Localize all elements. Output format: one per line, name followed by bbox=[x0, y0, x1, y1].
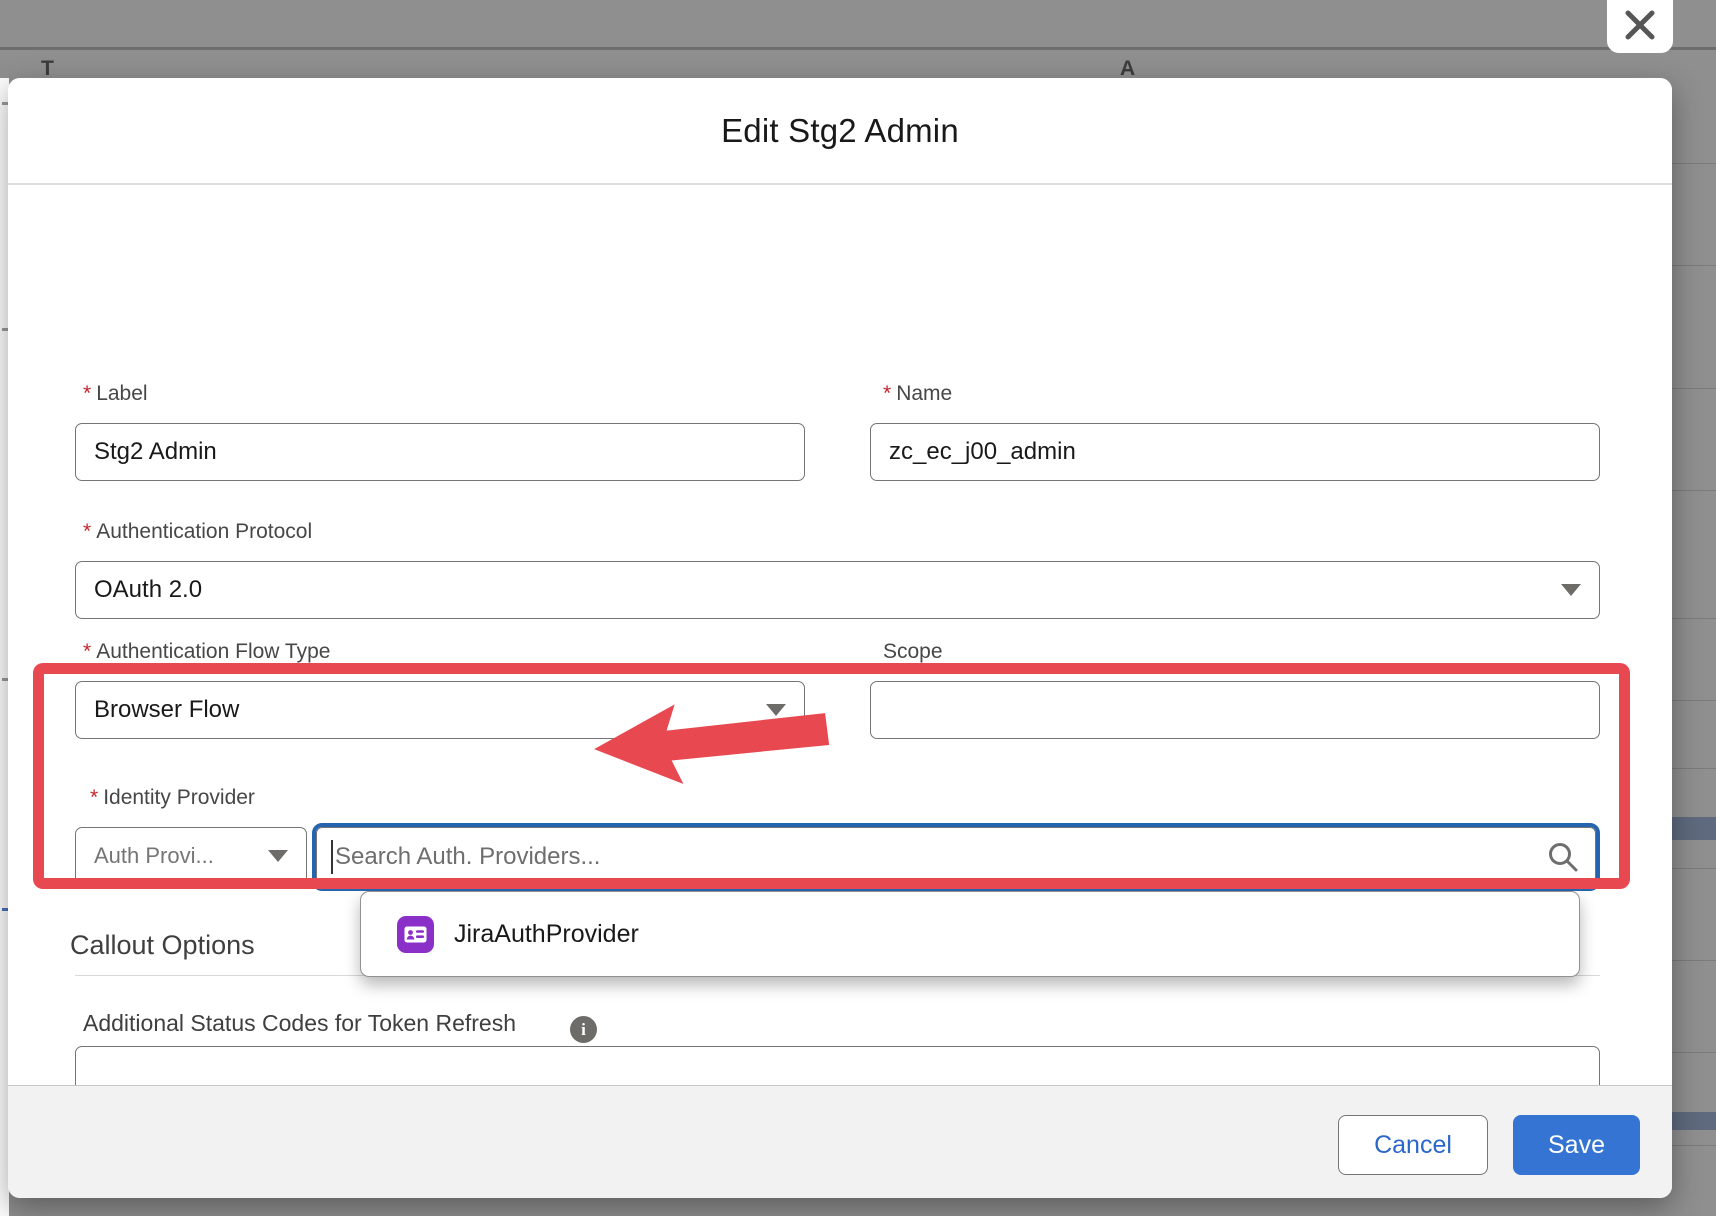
required-marker: * bbox=[90, 786, 98, 809]
label-input[interactable] bbox=[75, 423, 805, 481]
backdrop-divider bbox=[0, 47, 1716, 50]
chevron-down-icon bbox=[1561, 584, 1581, 596]
auth-provider-search-box bbox=[312, 823, 1600, 891]
required-marker: * bbox=[883, 382, 891, 405]
auth-protocol-select[interactable]: OAuth 2.0 bbox=[75, 561, 1600, 619]
scope-label: Scope bbox=[883, 640, 943, 664]
auth-flow-type-label: *Authentication Flow Type bbox=[83, 640, 330, 664]
auth-provider-results-panel: JiraAuthProvider bbox=[360, 891, 1580, 977]
edit-auth-credential-modal: Edit Stg2 Admin *Label *Name *Authentica… bbox=[8, 78, 1672, 1198]
auth-flow-type-select[interactable]: Browser Flow bbox=[75, 681, 805, 739]
modal-body: *Label *Name *Authentication Protocol OA… bbox=[8, 187, 1672, 1085]
search-icon bbox=[1546, 840, 1580, 879]
modal-footer: Cancel Save bbox=[8, 1085, 1672, 1198]
chevron-down-icon bbox=[268, 850, 288, 862]
required-marker: * bbox=[83, 640, 91, 663]
identity-provider-label: *Identity Provider bbox=[90, 786, 255, 810]
additional-status-codes-label: Additional Status Codes for Token Refres… bbox=[83, 1010, 516, 1037]
callout-options-heading: Callout Options bbox=[70, 930, 255, 961]
save-button[interactable]: Save bbox=[1513, 1115, 1640, 1175]
scope-input[interactable] bbox=[870, 681, 1600, 739]
close-icon bbox=[1622, 7, 1658, 46]
auth-provider-result-label: JiraAuthProvider bbox=[454, 920, 639, 949]
identity-provider-type-select[interactable]: Auth Provi... bbox=[75, 827, 307, 885]
modal-header: Edit Stg2 Admin bbox=[8, 78, 1672, 185]
text-cursor bbox=[331, 840, 333, 874]
name-field-label: *Name bbox=[883, 382, 952, 406]
screen: T A Edit Stg2 Admin *Label *Name bbox=[0, 0, 1716, 1216]
required-marker: * bbox=[83, 382, 91, 405]
name-input[interactable] bbox=[870, 423, 1600, 481]
auth-protocol-label: *Authentication Protocol bbox=[83, 520, 312, 544]
chevron-down-icon bbox=[766, 704, 786, 716]
modal-title: Edit Stg2 Admin bbox=[721, 112, 959, 150]
cancel-button[interactable]: Cancel bbox=[1338, 1115, 1488, 1175]
auth-provider-search-input[interactable] bbox=[316, 827, 1596, 887]
label-field-label: *Label bbox=[83, 382, 148, 406]
close-button[interactable] bbox=[1607, 0, 1673, 53]
auth-provider-result-item[interactable]: JiraAuthProvider bbox=[361, 892, 1579, 976]
required-marker: * bbox=[83, 520, 91, 543]
auth-provider-icon bbox=[397, 916, 434, 953]
info-icon[interactable]: i bbox=[570, 1016, 597, 1043]
